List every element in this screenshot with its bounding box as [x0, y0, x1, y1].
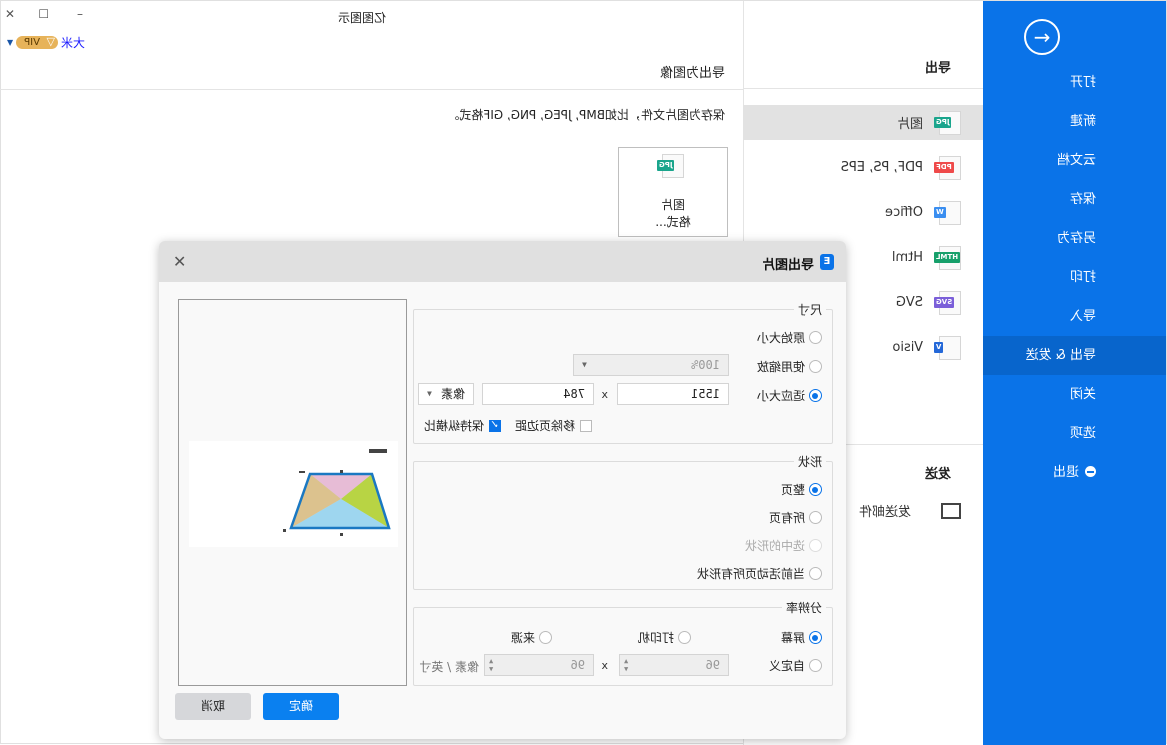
card-sublabel: 格式... [655, 215, 691, 229]
svg-file-icon: SVG [934, 290, 961, 315]
export-item-pdf[interactable]: PDF PDF, PS, EPS [743, 145, 983, 190]
vip-badge: VIP [16, 36, 58, 49]
mail-icon [941, 502, 961, 519]
user-name: 大米 [60, 36, 85, 50]
exit-icon [1085, 466, 1096, 477]
jpg-file-icon: JPG [934, 110, 961, 135]
dpi-y-input[interactable]: 96 ▲ ▼ [484, 654, 594, 676]
image-format-button[interactable]: JPG 图片 格式... [618, 147, 728, 237]
preview-page [189, 441, 398, 547]
page-title: 导出为图像 [659, 66, 725, 81]
zoom-select[interactable]: 100% ▼ [573, 354, 729, 376]
sidebar-item-label: 打开 [1069, 75, 1096, 90]
sidebar-item-label: 选项 [1069, 426, 1096, 441]
send-email-label: 发送邮件 [858, 505, 911, 520]
radio-screen[interactable]: 屏幕 [781, 629, 822, 646]
dialog-title: 导出图片 [761, 258, 814, 273]
radio-use-zoom[interactable]: 使用缩放 [757, 358, 822, 375]
radio-printer[interactable]: 打印机 [638, 629, 691, 646]
sidebar-item-label: 云文档 [1056, 153, 1096, 168]
radio-original-size[interactable]: 原始大小 [757, 329, 822, 346]
sidebar-item-label: 保存 [1069, 192, 1096, 207]
keep-ratio-checkbox[interactable]: 保持纵横比 [424, 417, 501, 434]
cancel-button[interactable]: 取消 [175, 693, 251, 720]
user-account[interactable]: 大米 VIP ▼ [7, 34, 85, 51]
sidebar-item-label: 退出 [1052, 465, 1079, 480]
dpi-unit-label: 像素 / 英寸 [419, 660, 479, 674]
sidebar-item-label: 另存为 [1056, 231, 1096, 246]
sidebar-item-new[interactable]: 新建 [983, 102, 1166, 141]
export-item-office[interactable]: W Office [743, 190, 983, 235]
export-item-image[interactable]: JPG 图片 [743, 105, 983, 140]
remove-margin-checkbox[interactable]: 移除页边距 [515, 417, 592, 434]
ok-button[interactable]: 确定 [263, 693, 339, 720]
sidebar-item-exit[interactable]: 退出 [983, 453, 1166, 492]
chevron-down-icon[interactable]: ▼ [7, 38, 13, 47]
size-legend: 尺寸 [797, 303, 822, 317]
radio-active-page-shapes[interactable]: 当前活动页所有形状 [697, 565, 822, 582]
back-arrow-icon[interactable]: ← [1024, 19, 1060, 55]
sidebar-item-import[interactable]: 导入 [983, 297, 1166, 336]
unit-select[interactable]: 像素 ▼ [418, 383, 474, 405]
diagram-preview [283, 449, 391, 536]
radio-source[interactable]: 来源 [511, 629, 552, 646]
sidebar-item-label: 新建 [1069, 114, 1096, 129]
sidebar-item-label: 导入 [1069, 309, 1096, 324]
radio-all-pages[interactable]: 所有页 [769, 509, 822, 526]
sidebar-item-print[interactable]: 打印 [983, 258, 1166, 297]
sidebar-item-cloud[interactable]: 云文档 [983, 141, 1166, 180]
radio-fit-size[interactable]: 适应大小 [757, 387, 822, 404]
maximize-button[interactable]: ☐ [38, 7, 49, 21]
jpg-file-icon: JPG [657, 154, 684, 178]
sidebar-item-close[interactable]: 关闭 [983, 375, 1166, 414]
height-input[interactable]: 784 [482, 383, 594, 405]
radio-whole-page[interactable]: 整页 [781, 481, 822, 498]
sidebar-item-options[interactable]: 选项 [983, 414, 1166, 453]
send-email-item[interactable]: 发送邮件 [859, 501, 961, 520]
preview-pane [178, 299, 407, 686]
sidebar-item-label: 导出 & 发送 [1025, 348, 1096, 363]
html-file-icon: HTML [934, 245, 961, 270]
app-window: ← 打开 新建 云文档 保存 另存为 打印 导入 导出 & 发送 关闭 选项 退… [0, 0, 1167, 745]
card-label: 图片 [661, 198, 686, 212]
export-item-label: Visio [892, 340, 923, 355]
radio-selected-shapes[interactable]: 选中的形状 [745, 537, 822, 554]
send-header: 发送 [924, 467, 951, 482]
sidebar: ← 打开 新建 云文档 保存 另存为 打印 导入 导出 & 发送 关闭 选项 退… [983, 1, 1166, 745]
close-window-button[interactable]: ✕ [5, 7, 15, 21]
export-item-label: SVG [895, 295, 923, 310]
resolution-legend: 分辨率 [785, 601, 822, 615]
shape-legend: 形状 [797, 455, 822, 469]
minimize-button[interactable]: – [77, 7, 83, 21]
width-input[interactable]: 1551 [617, 383, 729, 405]
sidebar-item-label: 打印 [1069, 270, 1096, 285]
radio-custom[interactable]: 自定义 [769, 657, 822, 674]
sidebar-item-open[interactable]: 打开 [983, 63, 1166, 102]
sidebar-item-export-send[interactable]: 导出 & 发送 [983, 336, 1166, 375]
dpi-x-input[interactable]: 96 ▲ ▼ [619, 654, 729, 676]
sidebar-item-save-as[interactable]: 另存为 [983, 219, 1166, 258]
sidebar-item-label: 关闭 [1069, 387, 1096, 402]
word-file-icon: W [934, 200, 961, 225]
pdf-file-icon: PDF [934, 155, 961, 180]
export-item-label: Office [885, 205, 923, 220]
export-item-label: PDF, PS, EPS [840, 160, 923, 175]
export-item-label: Html [891, 250, 923, 265]
sidebar-item-save[interactable]: 保存 [983, 180, 1166, 219]
export-header: 导出 [743, 57, 983, 89]
export-description: 保存为图片文件，比如BMP, JPEG, PNG, GIF格式。 [447, 108, 725, 122]
dialog-titlebar: E 导出图片 ✕ [159, 241, 846, 282]
export-item-label: 图片 [896, 117, 923, 132]
app-logo-icon: E [820, 254, 834, 270]
times-label: x [601, 659, 608, 672]
times-label: x [601, 388, 608, 401]
close-icon[interactable]: ✕ [173, 252, 186, 271]
export-image-dialog: E 导出图片 ✕ 尺寸 原始大小 使用缩放 适应大小 100% ▼ 1551 x … [159, 241, 846, 739]
visio-file-icon: V [934, 335, 961, 360]
divider [0, 89, 743, 90]
